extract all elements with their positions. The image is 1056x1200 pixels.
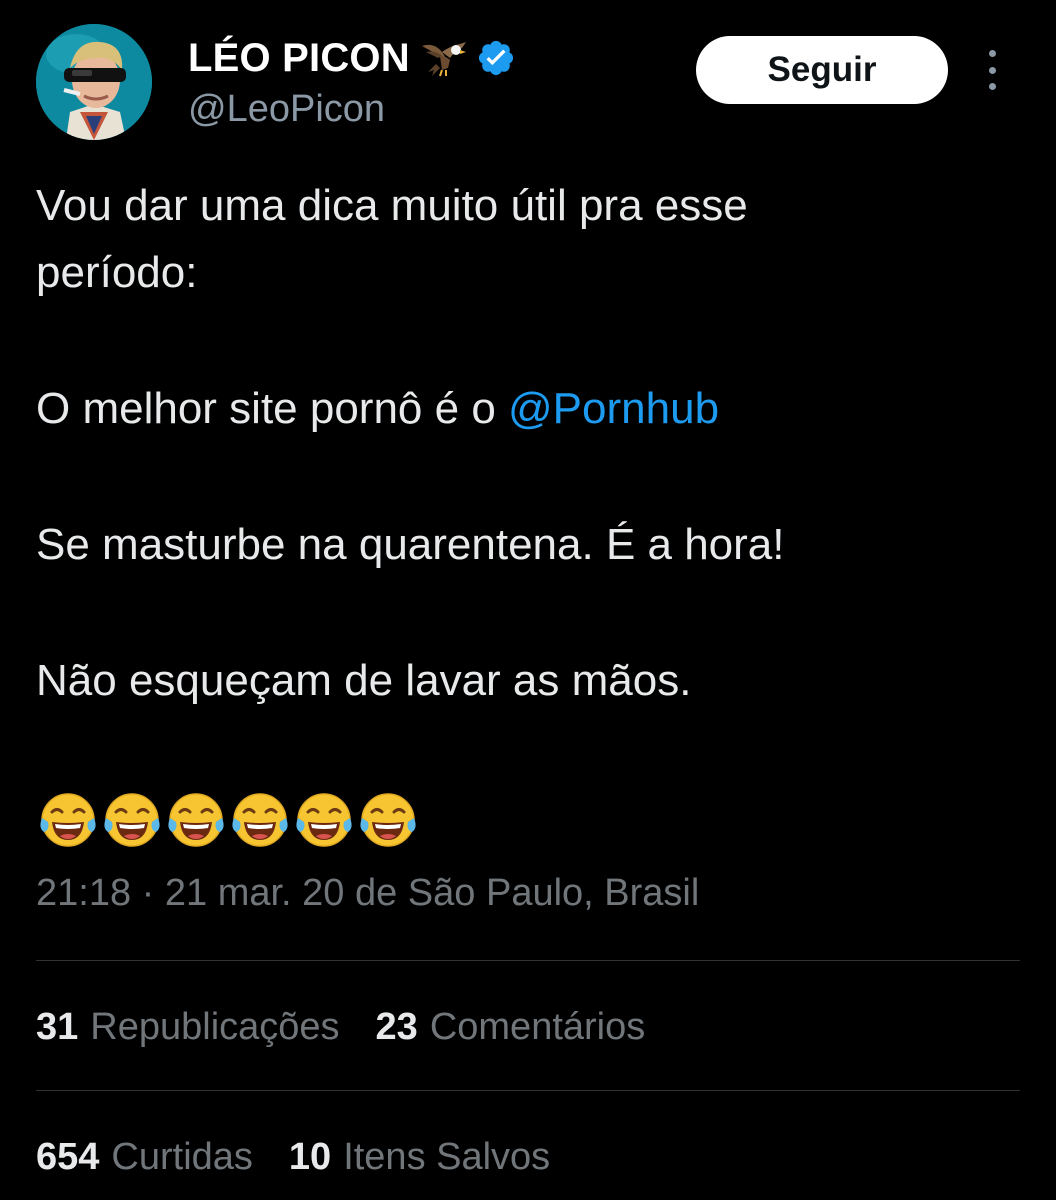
tears-of-joy-emoji-icon [360,793,416,847]
more-options-icon[interactable] [982,50,1002,90]
saves-label: Itens Salvos [343,1136,551,1178]
eagle-icon [421,42,466,77]
reposts-count: 31 [36,1006,79,1048]
stats-row-engagement: 31 Republicações 23 Comentários [36,1006,681,1049]
tweet-line: Vou dar uma dica muito útil pra esse [36,181,748,230]
user-info[interactable]: LÉO PICON @LeoPicon [188,34,516,131]
comments-stat[interactable]: 23 Comentários [376,1006,646,1049]
saves-count: 10 [288,1136,332,1178]
verified-badge-icon [478,40,513,76]
tears-of-joy-emoji-icon [40,793,96,847]
avatar-image [36,24,152,140]
tweet-text: Vou dar uma dica muito útil pra esse per… [36,172,1026,714]
mention-link[interactable]: @Pornhub [508,384,719,433]
tears-of-joy-emoji-icon [296,793,352,847]
tears-of-joy-emoji-icon [104,793,160,847]
avatar[interactable] [36,24,152,140]
tweet-line: Não esqueçam de lavar as mãos. [36,656,692,705]
tweet-line: Se masturbe na quarentena. É a hora! [36,520,785,569]
follow-button[interactable]: Seguir [696,36,948,104]
more-dot [988,83,996,90]
tweet-header: LÉO PICON @LeoPicon Seguir [36,24,1026,144]
stats-row-likes: 654 Curtidas 10 Itens Salvos [36,1136,586,1179]
tweet-line: período: [36,248,198,297]
likes-stat[interactable]: 654 Curtidas [36,1136,253,1179]
tweet-line: O melhor site pornô é o @Pornhub [36,375,1026,442]
saves-stat[interactable]: 10 Itens Salvos [289,1136,550,1179]
name-row: LÉO PICON [188,34,516,82]
tweet-timestamp[interactable]: 21:18 · 21 mar. 20 de São Paulo, Brasil [36,872,699,915]
divider [36,1090,1020,1091]
comments-count: 23 [375,1006,418,1048]
divider [36,960,1020,961]
user-handle[interactable]: @LeoPicon [188,88,516,131]
more-dot [988,50,996,57]
comments-label: Comentários [429,1006,646,1048]
tears-of-joy-emoji-icon [232,793,288,847]
tweet-line-text: O melhor site pornô é o [36,384,509,433]
tears-of-joy-emoji-icon [168,793,224,847]
more-dot [988,66,996,74]
display-name[interactable]: LÉO PICON [188,36,410,81]
reposts-stat[interactable]: 31 Republicações [36,1006,340,1049]
emoji-row [36,788,420,854]
likes-label: Curtidas [111,1136,253,1178]
likes-count: 654 [36,1136,100,1178]
reposts-label: Republicações [90,1006,340,1048]
